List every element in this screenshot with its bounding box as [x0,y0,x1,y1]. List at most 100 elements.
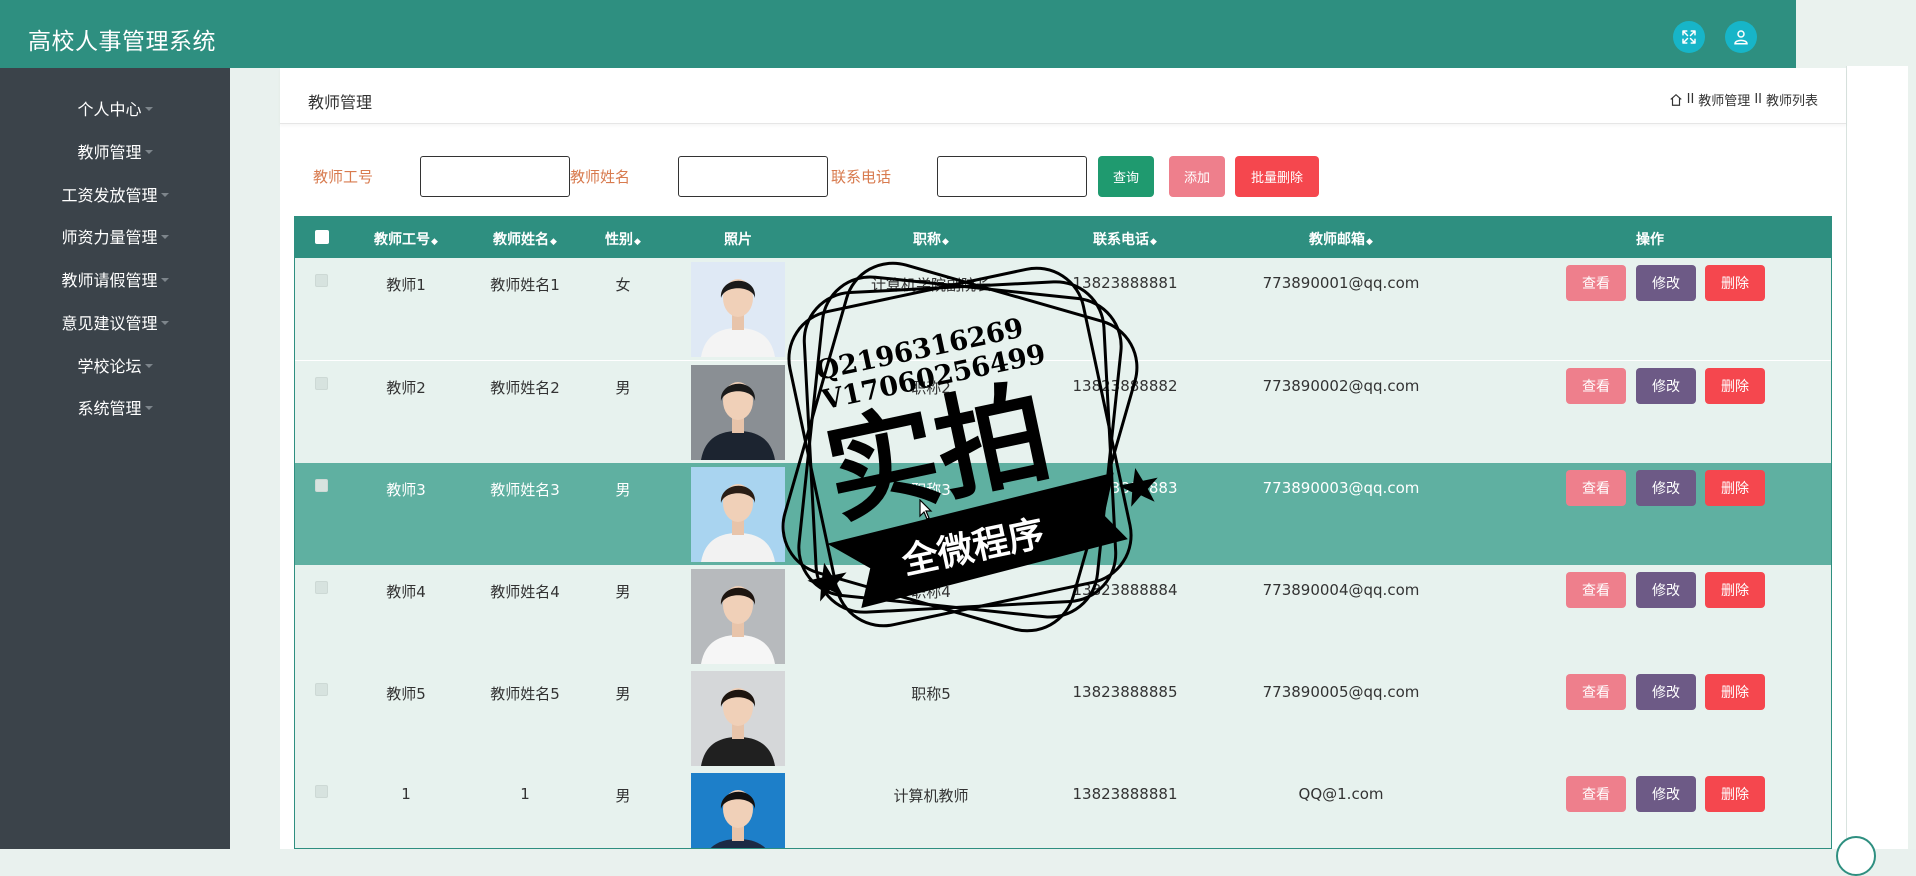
add-button[interactable]: 添加 [1169,156,1225,197]
table-row[interactable]: 教师5 教师姓名5 男 职称5 13823888885 773890005@qq.com 查… [295,667,1831,769]
user-icon [1734,30,1748,45]
cell-teacher-name: 教师姓名2 [490,379,560,397]
home-icon[interactable] [1669,93,1683,107]
view-button[interactable]: 查看 [1566,470,1626,506]
cell-phone: 13823888885 [1072,683,1178,701]
sidebar-item-faculty-management[interactable]: 师资力量管理 [0,221,230,251]
cell-teacher-no: 1 [401,785,411,803]
edit-button[interactable]: 修改 [1636,368,1696,404]
teacher-photo [691,262,785,357]
delete-button[interactable]: 删除 [1705,368,1765,404]
cell-phone: 13823888881 [1072,274,1178,292]
view-button[interactable]: 查看 [1566,674,1626,710]
delete-button[interactable]: 删除 [1705,265,1765,301]
cell-teacher-no: 教师4 [386,583,426,601]
cell-phone: 13823888884 [1072,581,1178,599]
cell-phone: 13823888883 [1072,479,1178,497]
sidebar-item-teacher-management[interactable]: 教师管理 [0,136,230,166]
cell-gender: 女 [615,276,631,294]
cell-email: 773890005@qq.com [1262,683,1420,701]
row-checkbox[interactable] [315,479,328,492]
phone-input[interactable] [937,156,1087,197]
table-row[interactable]: 教师3 教师姓名3 男 职称3 13823888883 773890003@qq.com 查… [295,463,1831,565]
row-checkbox[interactable] [315,274,328,287]
chevron-down-icon [144,406,153,410]
delete-button[interactable]: 删除 [1705,674,1765,710]
cell-gender: 男 [615,481,631,499]
fullscreen-button[interactable] [1673,21,1705,53]
delete-button[interactable]: 删除 [1705,776,1765,812]
col-teacher-name[interactable]: 教师姓名◆ [493,229,557,249]
col-teacher-no[interactable]: 教师工号◆ [374,229,438,249]
table-header: 教师工号◆ 教师姓名◆ 性别◆ 照片 职称◆ 联系电话◆ 教师邮箱◆ 操作 [295,217,1831,258]
table-row[interactable]: 教师4 教师姓名4 男 职称4 13823888884 773890004@qq.com 查… [295,565,1831,667]
main-panel: 教师管理 II 教师管理 II 教师列表 教师工号 教师姓名 联系电话 查询 添… [280,68,1846,849]
col-actions: 操作 [1636,232,1664,248]
col-email[interactable]: 教师邮箱◆ [1309,229,1373,249]
chevron-down-icon [144,364,153,368]
query-button[interactable]: 查询 [1098,156,1154,197]
sort-icon: ◆ [942,237,949,247]
batch-delete-button[interactable]: 批量删除 [1235,156,1319,197]
select-all-checkbox[interactable] [315,230,329,244]
sidebar-item-system-management[interactable]: 系统管理 [0,392,230,422]
scroll-top-button[interactable] [1836,836,1876,876]
cell-phone: 13823888881 [1072,785,1178,803]
cell-gender: 男 [615,583,631,601]
chevron-down-icon [160,321,169,325]
cell-title: 职称4 [911,583,951,601]
col-phone[interactable]: 联系电话◆ [1093,229,1157,249]
cell-email: QQ@1.com [1298,785,1384,803]
sidebar-item-feedback-management[interactable]: 意见建议管理 [0,307,230,337]
teacher-photo [691,569,785,664]
chevron-down-icon [160,235,169,239]
cell-teacher-name: 教师姓名4 [490,583,560,601]
teacher-photo [691,467,785,562]
cell-gender: 男 [615,685,631,703]
table-row[interactable]: 教师1 教师姓名1 女 计算机学院副院长 13823888881 773890001@qq… [295,258,1831,360]
view-button[interactable]: 查看 [1566,368,1626,404]
row-checkbox[interactable] [315,683,328,696]
edit-button[interactable]: 修改 [1636,470,1696,506]
row-checkbox[interactable] [315,785,328,798]
sort-icon: ◆ [1150,237,1157,247]
row-checkbox[interactable] [315,581,328,594]
cell-gender: 男 [615,787,631,805]
edit-button[interactable]: 修改 [1636,776,1696,812]
row-checkbox[interactable] [315,377,328,390]
edit-button[interactable]: 修改 [1636,674,1696,710]
col-gender[interactable]: 性别◆ [605,229,641,249]
search-bar: 教师工号 教师姓名 联系电话 查询 添加 批量删除 [280,156,1846,198]
sidebar-item-leave-management[interactable]: 教师请假管理 [0,264,230,294]
teacher-no-label: 教师工号 [313,168,374,186]
view-button[interactable]: 查看 [1566,265,1626,301]
edit-button[interactable]: 修改 [1636,572,1696,608]
col-title[interactable]: 职称◆ [913,229,949,249]
edit-button[interactable]: 修改 [1636,265,1696,301]
breadcrumb-level1[interactable]: 教师管理 [1698,90,1750,109]
breadcrumb-bar: 教师管理 II 教师管理 II 教师列表 [280,68,1846,124]
sidebar-item-forum[interactable]: 学校论坛 [0,350,230,380]
cell-teacher-name: 教师姓名1 [490,276,560,294]
teacher-photo [691,773,785,848]
table-row[interactable]: 教师2 教师姓名2 男 职称2 13823888882 773890002@qq.com 查… [295,361,1831,463]
cell-phone: 13823888882 [1072,377,1178,395]
view-button[interactable]: 查看 [1566,776,1626,812]
chevron-down-icon [160,278,169,282]
cell-title: 职称2 [911,379,951,397]
sort-icon: ◆ [1366,237,1373,247]
teacher-photo [691,671,785,766]
cell-email: 773890004@qq.com [1262,581,1420,599]
view-button[interactable]: 查看 [1566,572,1626,608]
user-button[interactable] [1725,21,1757,53]
delete-button[interactable]: 删除 [1705,572,1765,608]
table-row[interactable]: 1 1 男 计算机教师 13823888881 QQ@1.com 查看 修改 删除 [295,769,1831,848]
breadcrumb-level2: 教师列表 [1765,94,1818,109]
sidebar-item-personal-center[interactable]: 个人中心 [0,93,230,123]
sidebar-item-salary-management[interactable]: 工资发放管理 [0,179,230,209]
delete-button[interactable]: 删除 [1705,470,1765,506]
teacher-no-input[interactable] [420,156,570,197]
fullscreen-icon [1682,30,1696,44]
top-bar: 高校人事管理系统 [0,0,1796,68]
teacher-name-input[interactable] [678,156,828,197]
